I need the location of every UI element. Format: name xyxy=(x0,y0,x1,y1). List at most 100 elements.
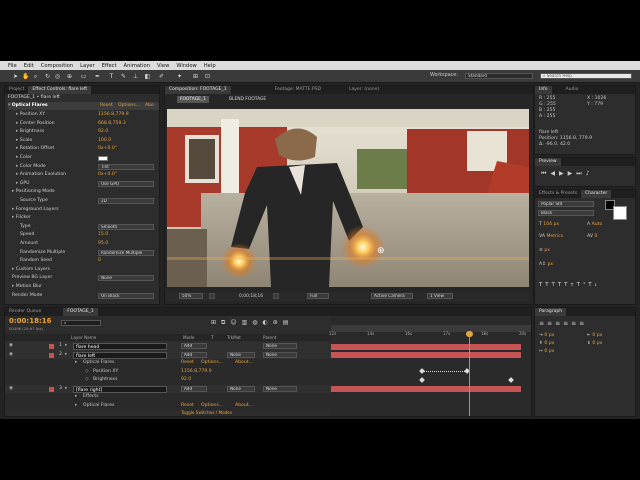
stroke-width-field[interactable]: ≡ px xyxy=(539,248,550,253)
toggle-switches-modes[interactable]: Toggle Switches / Modes xyxy=(181,410,232,415)
visibility-eye-icon[interactable]: ◉ xyxy=(9,385,13,394)
axis-mode-icon[interactable]: ⊞ xyxy=(192,73,199,80)
superscript-icon[interactable]: T¹ xyxy=(577,282,589,288)
frame-blending-icon[interactable]: ▥ xyxy=(242,319,253,326)
tab-project[interactable]: Project xyxy=(5,86,28,94)
composition-frame-image[interactable]: ⊕ xyxy=(167,109,529,287)
layer-name[interactable]: Optical Flares xyxy=(83,359,114,368)
pen-tool-icon[interactable]: ✒ xyxy=(94,73,101,80)
menu-animation[interactable]: Animation xyxy=(124,63,150,69)
first-line-field[interactable]: ↦ 0 px xyxy=(539,348,554,356)
property-value[interactable]: 95.0 xyxy=(98,240,108,248)
kerning-value[interactable]: Metrics xyxy=(546,234,563,239)
space-before-value[interactable]: 0 px xyxy=(544,341,554,346)
tab-composition[interactable]: Composition: FOOTAGE_1 xyxy=(165,86,231,94)
motion-blur-icon[interactable]: ◍ xyxy=(252,319,262,326)
effect-property-row[interactable]: ▸ Foreground Layers xyxy=(12,206,59,214)
effect-options-link[interactable]: Options... xyxy=(201,359,223,368)
row-value[interactable]: Reset xyxy=(181,402,194,411)
snapshot-icon[interactable] xyxy=(273,293,279,299)
leading-field[interactable]: A Auto xyxy=(587,222,602,227)
space-after-field[interactable]: ⇟ 0 px xyxy=(587,340,602,348)
views-dropdown[interactable]: 1 View xyxy=(427,293,453,299)
layer-name[interactable]: Optical Flares xyxy=(83,402,114,411)
font-size-value[interactable]: 104 px xyxy=(543,222,559,227)
zoom-tool-icon[interactable]: ⌕ xyxy=(32,73,39,80)
effect-property-row[interactable]: ▸ Color Mode Tint xyxy=(16,163,154,171)
effect-property-row[interactable]: ▸ Color xyxy=(16,154,108,162)
layer-name[interactable]: Effects xyxy=(83,393,99,402)
tab-character[interactable]: Character xyxy=(581,190,612,198)
effect-property-row[interactable]: Render Mode On Black xyxy=(12,292,154,300)
viewer-timecode[interactable]: 0;00;18;16 xyxy=(239,292,263,301)
current-time-display[interactable]: 0:00:18:16 xyxy=(9,317,52,325)
stroke-width-value[interactable]: px xyxy=(544,248,550,253)
property-dropdown[interactable]: 2D xyxy=(98,198,154,204)
prev-frame-icon[interactable]: ◀ xyxy=(550,170,559,177)
first-line-value[interactable]: 0 px xyxy=(544,349,554,354)
disclosure-triangle-icon[interactable]: ▸ xyxy=(75,402,77,411)
all-caps-icon[interactable]: TT xyxy=(552,282,565,288)
col-mode[interactable]: Mode xyxy=(183,334,194,341)
stopwatch-icon[interactable]: ◇ xyxy=(85,368,89,377)
tab-effect-controls[interactable]: Effect Controls: flare left xyxy=(28,86,92,94)
menu-effect[interactable]: Effect xyxy=(102,63,117,69)
effect-property-row[interactable]: Amount 95.0 xyxy=(20,240,108,248)
effect-about-link[interactable]: About... xyxy=(235,359,253,368)
timeline-row[interactable]: ◉ 3 ▸ [flare right] Add None None xyxy=(5,384,335,394)
subscript-icon[interactable]: T₁ xyxy=(588,282,600,288)
align-left-icon[interactable]: ≡ xyxy=(539,320,547,327)
type-tool-icon[interactable]: T xyxy=(108,73,115,80)
selection-tool-icon[interactable]: ➤ xyxy=(12,73,19,80)
menu-help[interactable]: Help xyxy=(204,63,216,69)
layer-name[interactable]: flare left xyxy=(73,351,167,359)
audio-icon[interactable]: ♪ xyxy=(586,170,594,177)
layer-bar-flare-head[interactable] xyxy=(331,344,521,350)
label-color-swatch[interactable] xyxy=(49,352,54,358)
playhead-handle-icon[interactable] xyxy=(466,331,473,337)
justify-left-icon[interactable]: ≡ xyxy=(563,320,571,327)
tab-info[interactable]: Info xyxy=(535,86,552,94)
effect-property-row[interactable]: Type Smooth xyxy=(20,223,154,231)
disclosure-triangle-icon[interactable]: ▸ xyxy=(65,385,67,394)
blend-mode-dropdown[interactable]: Add xyxy=(181,385,207,392)
track-matte-dropdown[interactable]: None xyxy=(227,385,255,392)
effect-property-row[interactable]: Speed 15.0 xyxy=(20,231,108,239)
menu-file[interactable]: File xyxy=(8,63,17,69)
disclosure-triangle-icon[interactable]: ▸ xyxy=(65,351,67,360)
menu-window[interactable]: Window xyxy=(176,63,196,69)
play-icon[interactable]: ▶ xyxy=(559,170,568,177)
parent-dropdown[interactable]: None xyxy=(263,351,297,358)
tab-preview[interactable]: Preview xyxy=(535,158,561,166)
camera-dropdown[interactable]: Active Camera xyxy=(371,293,413,299)
brightness-keyframe-end-icon[interactable] xyxy=(508,377,514,383)
property-dropdown[interactable]: Use GPU xyxy=(98,180,154,187)
parent-dropdown[interactable]: None xyxy=(263,385,297,392)
baseline-field[interactable]: A↕ px xyxy=(539,262,553,267)
effect-property-row[interactable]: ▸ Rotation Offset 0x+0.0° xyxy=(16,145,117,153)
effect-property-row[interactable]: ▸ Positioning Mode xyxy=(12,188,55,196)
effect-reset-link[interactable]: Reset xyxy=(100,102,113,110)
effect-about-link[interactable]: About... xyxy=(235,402,253,411)
layer-name[interactable]: Position XY xyxy=(93,368,118,377)
effect-about-link[interactable]: Abo xyxy=(145,102,154,110)
property-value[interactable]: 0x+0.0° xyxy=(98,145,117,153)
camera-tool-icon[interactable]: ◎ xyxy=(54,73,61,80)
indent-right-value[interactable]: 0 px xyxy=(592,333,602,338)
disclosure-triangle-icon[interactable]: ▸ xyxy=(65,342,67,351)
snap-icon[interactable]: ⊡ xyxy=(204,73,211,80)
property-value[interactable]: 1156.8,779.9 xyxy=(98,111,129,119)
grid-toggle-icon[interactable] xyxy=(209,293,215,299)
property-dropdown[interactable]: Randomize Multiple xyxy=(98,249,154,256)
property-value[interactable]: 0x+0.0° xyxy=(98,171,117,179)
layer-name[interactable]: [flare right] xyxy=(73,385,167,393)
property-value[interactable]: 15.0 xyxy=(98,231,108,239)
effect-options-link[interactable]: Options... xyxy=(201,402,223,411)
effect-options-link[interactable]: Options... xyxy=(118,102,140,110)
tracking-field[interactable]: AV 0 xyxy=(587,234,597,239)
comp-mini-flowchart-icon[interactable]: ⊞ xyxy=(211,319,221,326)
space-before-field[interactable]: ⇞ 0 px xyxy=(539,340,554,348)
col-parent[interactable]: Parent xyxy=(263,334,276,341)
indent-left-field[interactable]: ⇥ 0 px xyxy=(539,332,554,340)
next-frame-icon[interactable]: ▶ xyxy=(568,170,577,177)
